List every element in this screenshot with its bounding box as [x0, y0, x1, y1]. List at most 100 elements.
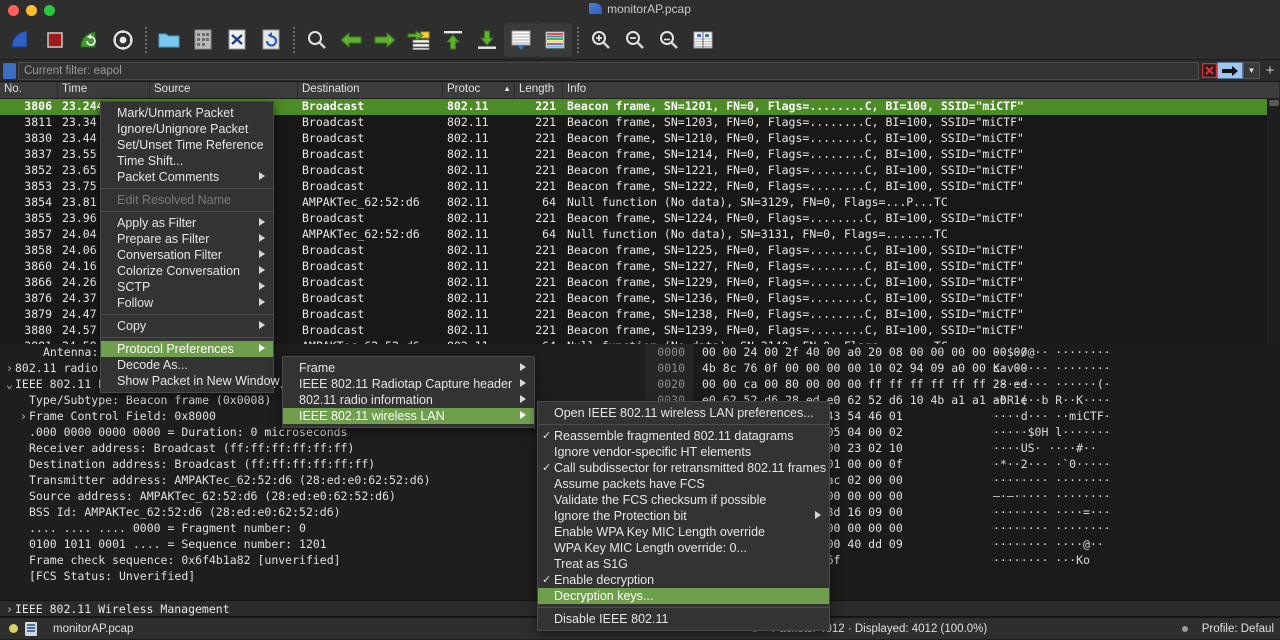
- display-filter-input[interactable]: Current filter: eapol: [18, 62, 1199, 80]
- hexdump-row[interactable]: 000000 00 24 00 2f 40 00 a0 20 08 00 00 …: [645, 344, 1280, 360]
- scrollbar-thumb[interactable]: [1269, 100, 1279, 106]
- filter-bookmark-icon[interactable]: [3, 63, 16, 79]
- menu-item[interactable]: Decryption keys...: [538, 588, 829, 604]
- packet-cell-info: Beacon frame, SN=1203, FN=0, Flags=.....…: [563, 115, 1280, 131]
- column-header-protocol[interactable]: Protoc ▲: [443, 82, 515, 98]
- go-back-icon[interactable]: [334, 23, 368, 57]
- start-capture-icon[interactable]: [4, 23, 38, 57]
- protocol-preferences-submenu[interactable]: FrameIEEE 802.11 Radiotap Capture header…: [282, 356, 535, 428]
- menu-item[interactable]: Follow: [101, 295, 273, 311]
- menu-item[interactable]: 802.11 radio information: [283, 392, 534, 408]
- menu-item[interactable]: WPA Key MIC Length override: 0...: [538, 540, 829, 556]
- menu-item[interactable]: SCTP: [101, 279, 273, 295]
- profile-indicator-icon: [1182, 626, 1188, 632]
- expand-triangle-icon[interactable]: ›: [4, 360, 15, 376]
- menu-item-label: Decode As...: [117, 358, 188, 372]
- hexdump-ascii: —·—····· ········: [983, 488, 1111, 504]
- chevron-right-icon: [520, 395, 526, 403]
- menu-item[interactable]: Validate the FCS checksum if possible: [538, 492, 829, 508]
- clear-filter-button[interactable]: [1201, 63, 1217, 79]
- menu-item-label: Copy: [117, 319, 146, 333]
- menu-item[interactable]: Set/Unset Time Reference: [101, 137, 273, 153]
- resize-columns-icon[interactable]: [686, 23, 720, 57]
- capture-options-icon[interactable]: [106, 23, 140, 57]
- column-header-no[interactable]: No.: [0, 82, 58, 98]
- wireless-lan-preferences-submenu[interactable]: Open IEEE 802.11 wireless LAN preference…: [537, 401, 830, 631]
- go-to-first-icon[interactable]: [436, 23, 470, 57]
- expand-triangle-icon[interactable]: ›: [4, 601, 15, 618]
- stop-capture-icon[interactable]: [38, 23, 72, 57]
- go-to-packet-icon[interactable]: [402, 23, 436, 57]
- menu-item[interactable]: Colorize Conversation: [101, 263, 273, 279]
- expand-triangle-icon[interactable]: ⌄: [4, 376, 15, 392]
- hexdump-row[interactable]: 002000 00 ca 00 80 00 00 00 ff ff ff ff …: [645, 376, 1280, 392]
- open-file-icon[interactable]: [152, 23, 186, 57]
- add-filter-button[interactable]: +: [1260, 62, 1280, 79]
- packet-cell-proto: 802.11: [443, 195, 515, 211]
- restart-capture-icon[interactable]: [72, 23, 106, 57]
- menu-item-label: Decryption keys...: [554, 589, 653, 603]
- go-to-last-icon[interactable]: [470, 23, 504, 57]
- menu-item[interactable]: Treat as S1G: [538, 556, 829, 572]
- expand-triangle-icon[interactable]: ›: [18, 408, 29, 424]
- packet-cell-len: 64: [515, 195, 563, 211]
- close-file-icon[interactable]: [220, 23, 254, 57]
- menu-item[interactable]: ✓Reassemble fragmented 802.11 datagrams: [538, 428, 829, 444]
- menu-item[interactable]: Frame: [283, 360, 534, 376]
- detail-row-text: .... .... .... 0000 = Fragment number: 0: [29, 521, 306, 535]
- menu-item[interactable]: Show Packet in New Window: [101, 373, 273, 389]
- status-profile-group[interactable]: Profile: Defaul: [1174, 623, 1280, 635]
- hexdump-ascii: ····d··· ··miCTF·: [983, 408, 1111, 424]
- menu-item[interactable]: Protocol Preferences: [101, 341, 273, 357]
- menu-item[interactable]: Ignore/Unignore Packet: [101, 121, 273, 137]
- zoom-reset-icon[interactable]: [652, 23, 686, 57]
- packet-context-menu[interactable]: Mark/Unmark PacketIgnore/Unignore Packet…: [100, 101, 274, 393]
- reload-file-icon[interactable]: [254, 23, 288, 57]
- menu-item[interactable]: Assume packets have FCS: [538, 476, 829, 492]
- zoom-in-icon[interactable]: [584, 23, 618, 57]
- menu-item-label: WPA Key MIC Length override: 0...: [554, 541, 747, 555]
- menu-item[interactable]: Apply as Filter: [101, 215, 273, 231]
- save-file-icon[interactable]: [186, 23, 220, 57]
- toolbar-separator: [145, 27, 147, 53]
- menu-item[interactable]: Mark/Unmark Packet: [101, 105, 273, 121]
- packet-list-scrollbar[interactable]: [1267, 99, 1280, 344]
- column-header-destination[interactable]: Destination: [298, 82, 443, 98]
- chevron-right-icon: [259, 172, 265, 180]
- expert-info-icon[interactable]: [9, 624, 18, 633]
- menu-item[interactable]: IEEE 802.11 Radiotap Capture header: [283, 376, 534, 392]
- menu-item[interactable]: IEEE 802.11 wireless LAN: [283, 408, 534, 424]
- menu-item[interactable]: Open IEEE 802.11 wireless LAN preference…: [538, 405, 829, 421]
- packet-list-header: No. Time Source Destination Protoc ▲ Len…: [0, 82, 1280, 99]
- packet-cell-dst: Broadcast: [298, 163, 443, 179]
- menu-item[interactable]: Copy: [101, 318, 273, 334]
- menu-item[interactable]: Ignore vendor-specific HT elements: [538, 444, 829, 460]
- column-header-length[interactable]: Length: [515, 82, 563, 98]
- zoom-out-icon[interactable]: [618, 23, 652, 57]
- menu-item[interactable]: Time Shift...: [101, 153, 273, 169]
- column-header-time[interactable]: Time: [58, 82, 150, 98]
- menu-item[interactable]: Ignore the Protection bit: [538, 508, 829, 524]
- apply-filter-button[interactable]: [1217, 62, 1243, 79]
- menu-item[interactable]: ✓Call subdissector for retransmitted 802…: [538, 460, 829, 476]
- menu-item-label: Enable decryption: [554, 573, 654, 587]
- column-header-source[interactable]: Source: [150, 82, 298, 98]
- colorize-icon[interactable]: [538, 23, 572, 57]
- filter-dropdown-button[interactable]: ▼: [1243, 62, 1260, 79]
- menu-item[interactable]: ✓Enable decryption: [538, 572, 829, 588]
- find-packet-icon[interactable]: [300, 23, 334, 57]
- menu-item[interactable]: Decode As...: [101, 357, 273, 373]
- packet-cell-no: 3806: [0, 99, 58, 115]
- go-forward-icon[interactable]: [368, 23, 402, 57]
- column-header-info[interactable]: Info: [563, 82, 1280, 98]
- menu-item[interactable]: Packet Comments: [101, 169, 273, 185]
- hexdump-ascii: ········ ········: [983, 472, 1111, 488]
- menu-item[interactable]: Disable IEEE 802.11: [538, 611, 829, 627]
- auto-scroll-icon[interactable]: [504, 23, 538, 57]
- menu-item[interactable]: Prepare as Filter: [101, 231, 273, 247]
- capture-file-icon[interactable]: [25, 622, 37, 636]
- menu-item[interactable]: Conversation Filter: [101, 247, 273, 263]
- menu-item[interactable]: Enable WPA Key MIC Length override: [538, 524, 829, 540]
- hexdump-row[interactable]: 00104b 8c 76 0f 00 00 00 00 10 02 94 09 …: [645, 360, 1280, 376]
- detail-row-text: Type/Subtype: Beacon frame (0x0008): [29, 393, 271, 407]
